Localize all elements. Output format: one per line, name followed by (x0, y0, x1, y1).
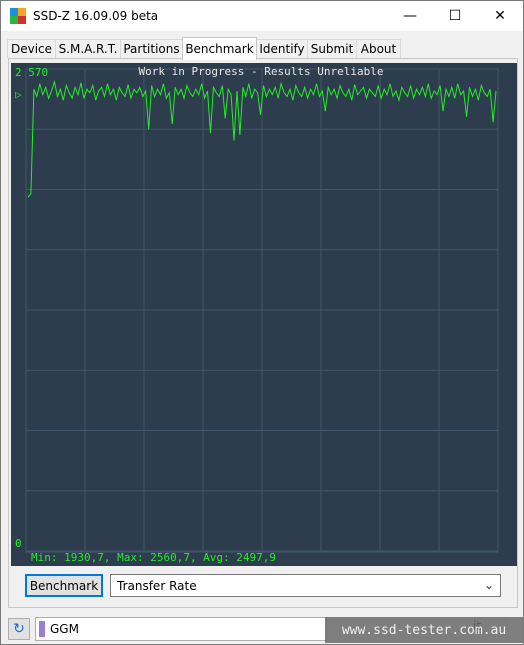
app-window: SSD-Z 16.09.09 beta — ☐ ✕ Device S.M.A.R… (0, 0, 524, 645)
window-title: SSD-Z 16.09.09 beta (33, 9, 159, 23)
drive-name: GGM (50, 622, 79, 636)
chart-title: Work in Progress - Results Unreliable (138, 65, 383, 78)
benchmark-chart: 2 570 Work in Progress - Results Unrelia… (11, 63, 517, 566)
y-axis-max-label: 2 570 (15, 66, 48, 79)
maximize-button[interactable]: ☐ (432, 1, 478, 31)
chevron-down-icon: ⌄ (483, 578, 494, 592)
tab-partitions[interactable]: Partitions (120, 39, 183, 58)
transfer-rate-chart: 2 570 Work in Progress - Results Unrelia… (15, 65, 499, 564)
benchmark-mode-select[interactable]: Transfer Rate ⌄ (110, 574, 501, 597)
stats-label: Min: 1930,7, Max: 2560,7, Avg: 2497,9 (31, 551, 276, 564)
watermark: www.ssd-tester.com.au (325, 617, 523, 643)
title-bar[interactable]: SSD-Z 16.09.09 beta — ☐ ✕ (1, 1, 523, 31)
tab-smart[interactable]: S.M.A.R.T. (55, 39, 121, 58)
app-logo-icon (10, 8, 26, 24)
minimize-button[interactable]: — (387, 1, 433, 31)
benchmark-mode-value: Transfer Rate (117, 579, 197, 593)
drive-swatch (39, 621, 45, 637)
chart-grid (26, 69, 498, 551)
y-axis-min-label: 0 (15, 537, 22, 550)
tab-benchmark[interactable]: Benchmark (182, 37, 257, 60)
tab-about[interactable]: About (356, 39, 401, 58)
tab-identify[interactable]: Identify (256, 39, 308, 58)
close-button[interactable]: ✕ (477, 1, 523, 31)
benchmark-button[interactable]: Benchmark (25, 574, 103, 597)
tab-submit[interactable]: Submit (307, 39, 357, 58)
cursor-marker-icon: ▷ (15, 88, 22, 101)
tab-device[interactable]: Device (7, 39, 56, 58)
drive-select[interactable]: GGM (35, 617, 327, 641)
refresh-icon[interactable]: ↻ (8, 618, 30, 640)
